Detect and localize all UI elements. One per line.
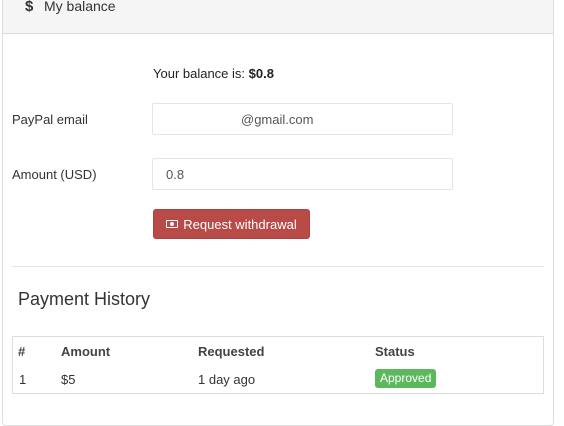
row-amount-cell: $5 (61, 372, 76, 387)
balance-label: Your balance is: (153, 66, 249, 81)
balance-value: $0.8 (248, 66, 274, 81)
money-icon (166, 220, 179, 228)
row-requested-cell: 1 day ago (198, 372, 256, 387)
dollar-icon: $ (25, 0, 34, 15)
column-header-amount: Amount (61, 344, 111, 359)
request-withdrawal-button[interactable]: Request withdrawal (153, 209, 310, 239)
column-header-requested: Requested (198, 344, 265, 359)
payment-history-title: Payment History (18, 289, 151, 309)
panel-title: My balance (44, 0, 116, 14)
balance-summary: Your balance is: $0.8 (153, 66, 274, 81)
payment-history-table: # Amount Requested Status 1 $5 1 day ago… (12, 336, 544, 394)
column-header-number: # (18, 344, 26, 359)
panel-heading: $ My balance (3, 0, 553, 34)
column-header-status: Status (375, 344, 415, 359)
paypal-email-label: PayPal email (12, 112, 88, 127)
status-badge: Approved (375, 369, 437, 388)
row-number-cell: 1 (19, 372, 27, 387)
request-withdrawal-label: Request withdrawal (183, 216, 297, 232)
amount-label: Amount (USD) (12, 167, 97, 182)
section-divider (12, 266, 544, 267)
paypal-email-field[interactable] (152, 103, 453, 135)
amount-field[interactable] (152, 158, 453, 190)
